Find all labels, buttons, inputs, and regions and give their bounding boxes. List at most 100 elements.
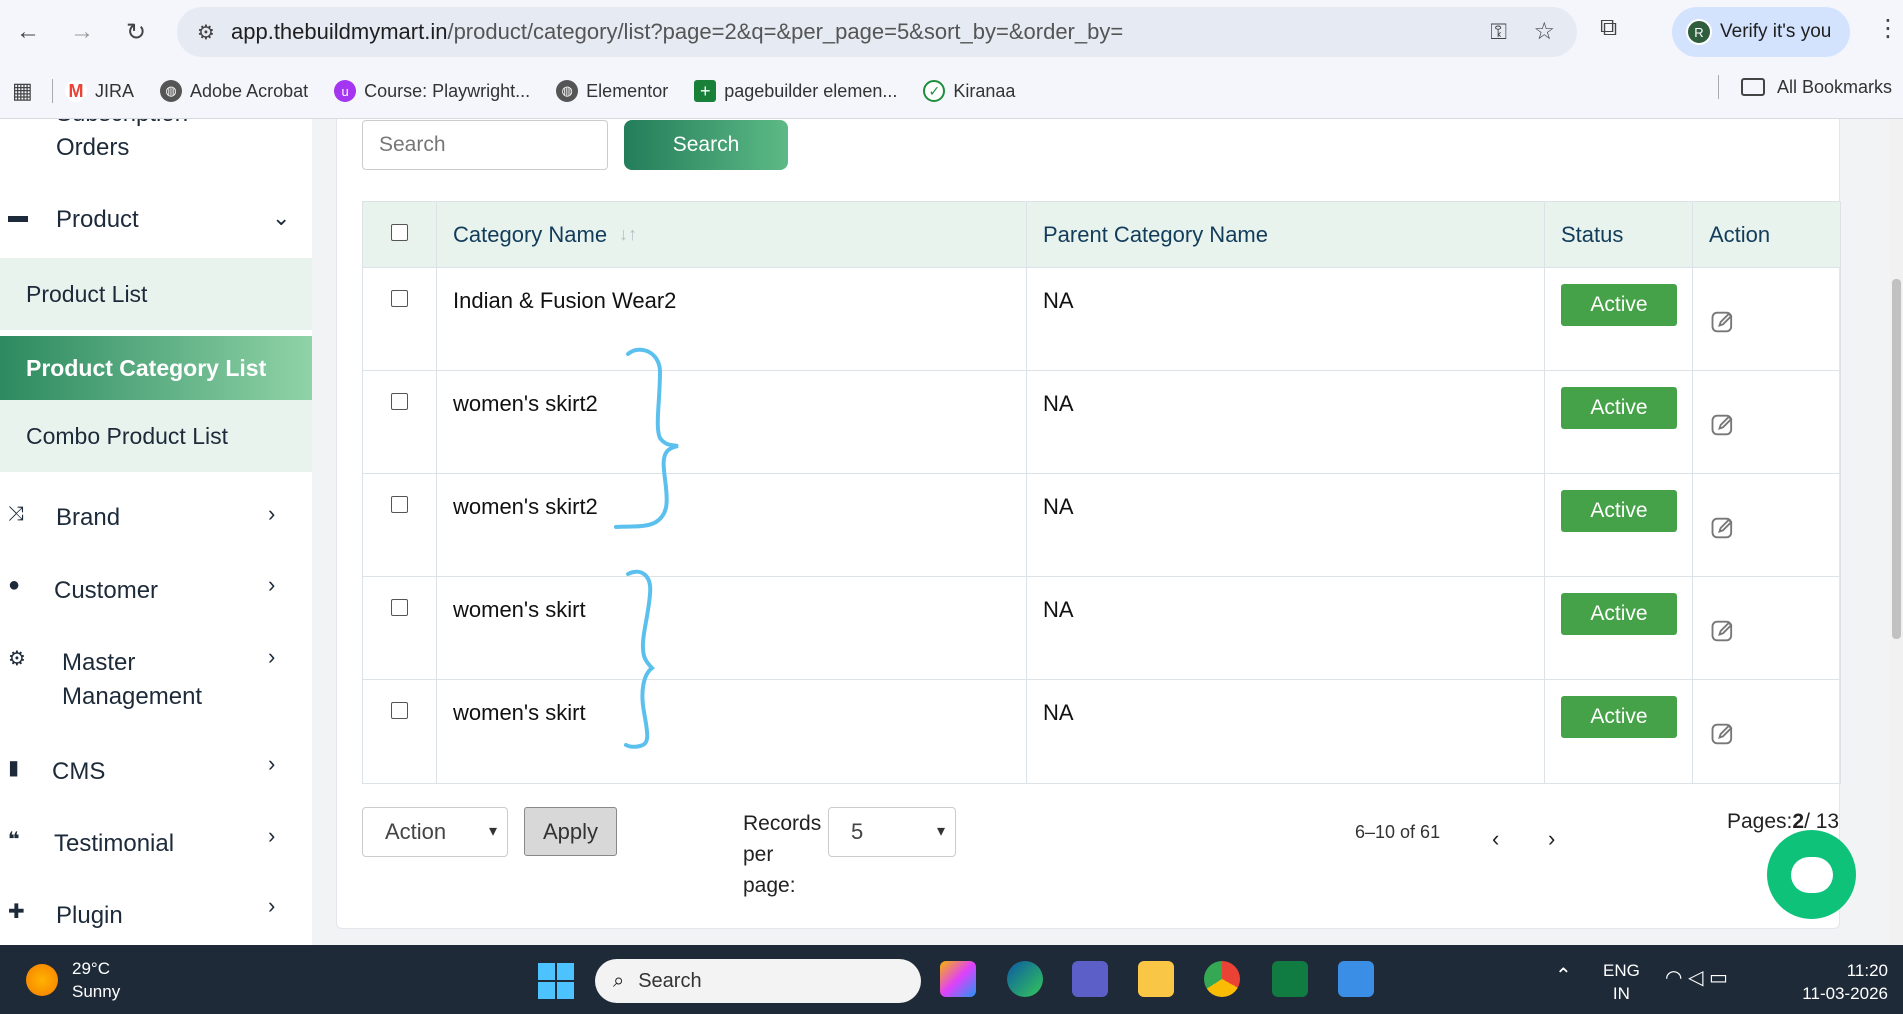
search-input[interactable]: Search xyxy=(362,120,608,170)
verify-profile-button[interactable]: R Verify it's you xyxy=(1672,7,1850,57)
list-icon: – xyxy=(8,119,32,124)
bookmark-star-icon[interactable]: ☆ xyxy=(1533,17,1555,46)
sidebar-item-label: Brand xyxy=(56,504,121,531)
sidebar-item-product[interactable]: ▬ Product ⌄ xyxy=(0,203,312,243)
file-icon: ▮ xyxy=(8,757,20,779)
parent-category-cell: NA xyxy=(1027,268,1545,370)
udemy-icon: u xyxy=(334,80,357,102)
parent-category-cell: NA xyxy=(1027,474,1545,576)
bookmark-jira[interactable]: M JIRA xyxy=(65,80,134,102)
header-category-name[interactable]: Category Name ↓↑ xyxy=(437,202,1027,267)
sidebar-item-label: CMS xyxy=(52,758,106,785)
row-checkbox[interactable] xyxy=(391,393,408,410)
excel-icon[interactable] xyxy=(1272,961,1308,997)
edit-icon[interactable] xyxy=(1709,308,1739,336)
scrollbar-thumb[interactable] xyxy=(1892,279,1901,639)
chevron-right-icon: › xyxy=(268,893,276,918)
search-button[interactable]: Search xyxy=(624,120,788,170)
chevron-right-icon: › xyxy=(268,823,276,848)
bookmark-course[interactable]: u Course: Playwright... xyxy=(334,80,530,102)
globe-icon: ◍ xyxy=(160,80,183,102)
address-bar[interactable]: ⚙ app.thebuildmymart.in/product/category… xyxy=(177,7,1577,57)
avatar: R xyxy=(1686,19,1712,45)
apps-grid-icon[interactable]: ▦ xyxy=(0,78,52,104)
site-settings-icon[interactable]: ⚙ xyxy=(197,20,231,45)
bulk-action-value: Action xyxy=(385,819,447,844)
parent-category-cell: NA xyxy=(1027,577,1545,679)
sidebar-subitem-product-list[interactable]: Product List xyxy=(0,258,312,330)
bookmark-adobe[interactable]: ◍ Adobe Acrobat xyxy=(160,80,308,102)
bookmark-pagebuilder[interactable]: + pagebuilder elemen... xyxy=(694,80,897,102)
bookmark-elementor[interactable]: ◍ Elementor xyxy=(556,80,668,102)
apply-button[interactable]: Apply xyxy=(524,807,617,856)
extensions-icon[interactable]: ⧉ xyxy=(1600,14,1617,42)
edit-icon[interactable] xyxy=(1709,617,1739,645)
quote-icon: ❝ xyxy=(8,829,20,851)
notepad-icon[interactable] xyxy=(1338,961,1374,997)
header-label: Category Name xyxy=(453,221,608,247)
clock[interactable]: 11:20 11-03-2026 xyxy=(1790,959,1888,1005)
status-badge[interactable]: Active xyxy=(1561,387,1677,429)
browser-toolbar: ← → ↻ ⚙ app.thebuildmymart.in/product/ca… xyxy=(0,0,1903,64)
chevron-up-icon[interactable]: ⌃ xyxy=(1555,963,1572,988)
row-checkbox[interactable] xyxy=(391,702,408,719)
taskbar-search[interactable]: ⌕ Search xyxy=(595,959,921,1003)
all-bookmarks[interactable]: All Bookmarks xyxy=(1718,75,1892,99)
records-label-line: per xyxy=(743,843,774,866)
bookmark-kiranaa[interactable]: ✓ Kiranaa xyxy=(923,80,1015,102)
sidebar-subitem-product-category-list[interactable]: Product Category List xyxy=(0,336,312,400)
select-all-checkbox[interactable] xyxy=(391,224,408,241)
sidebar-subitem-combo-product-list[interactable]: Combo Product List xyxy=(0,400,312,472)
per-page-value: 5 xyxy=(851,819,864,844)
parent-category-cell: NA xyxy=(1027,680,1545,783)
category-name-cell: women's skirt xyxy=(437,680,1027,783)
page-scrollbar[interactable] xyxy=(1890,119,1903,945)
records-label-line: Records xyxy=(743,812,822,835)
status-badge[interactable]: Active xyxy=(1561,284,1677,326)
status-badge[interactable]: Active xyxy=(1561,490,1677,532)
sort-icon[interactable]: ↓↑ xyxy=(619,224,637,245)
chevron-right-icon: › xyxy=(268,501,276,526)
key-icon[interactable]: ⚿ xyxy=(1490,19,1507,45)
sidebar-item-brand[interactable]: ⤨ Brand › xyxy=(0,501,312,541)
sidebar-item-label: Subscription xyxy=(56,119,188,131)
header-select-cell xyxy=(363,202,437,267)
file-explorer-icon[interactable] xyxy=(1138,961,1174,997)
teams-icon[interactable] xyxy=(1072,961,1108,997)
header-status: Status xyxy=(1545,202,1693,267)
system-tray-icons[interactable]: ◠ ◁ ▭ xyxy=(1665,965,1728,990)
status-badge[interactable]: Active xyxy=(1561,593,1677,635)
sidebar-item-testimonial[interactable]: ❝ Testimonial › xyxy=(0,823,312,867)
next-page-icon[interactable]: › xyxy=(1548,826,1555,852)
sidebar-item-cms[interactable]: ▮ CMS › xyxy=(0,751,312,795)
back-arrow-icon[interactable]: ← xyxy=(8,12,48,52)
all-bookmarks-label: All Bookmarks xyxy=(1777,76,1893,97)
row-checkbox[interactable] xyxy=(391,599,408,616)
language-indicator[interactable]: ENG IN xyxy=(1603,959,1640,1005)
copilot-icon[interactable] xyxy=(940,961,976,997)
edit-icon[interactable] xyxy=(1709,720,1739,748)
row-checkbox[interactable] xyxy=(391,290,408,307)
windows-start-icon[interactable] xyxy=(538,963,574,999)
reload-icon[interactable]: ↻ xyxy=(116,12,156,52)
bulk-action-select[interactable]: Action ▾ xyxy=(362,807,508,857)
edge-icon[interactable] xyxy=(1007,961,1043,997)
table-row: women's skirt2 NA Active xyxy=(363,474,1840,577)
kebab-menu-icon[interactable]: ⋮ xyxy=(1876,14,1900,43)
sidebar-item-customer[interactable]: ● Customer › xyxy=(0,572,312,614)
sheets-icon: + xyxy=(694,80,717,102)
per-page-select[interactable]: 5 ▾ xyxy=(828,807,956,857)
bookmark-label: pagebuilder elemen... xyxy=(724,80,898,101)
chrome-icon[interactable] xyxy=(1204,961,1240,997)
chat-widget-button[interactable] xyxy=(1767,830,1856,919)
edit-icon[interactable] xyxy=(1709,411,1739,439)
status-badge[interactable]: Active xyxy=(1561,696,1677,738)
weather-temp: 29°C xyxy=(72,959,110,978)
weather-widget[interactable]: 29°C Sunny xyxy=(26,957,120,1003)
forward-arrow-icon[interactable]: → xyxy=(62,12,102,52)
sidebar-item-master-management[interactable]: ⚙ Master Management › xyxy=(0,644,312,716)
prev-page-icon[interactable]: ‹ xyxy=(1492,826,1499,852)
row-checkbox[interactable] xyxy=(391,496,408,513)
edit-icon[interactable] xyxy=(1709,514,1739,542)
sidebar-item-plugin[interactable]: ✚ Plugin › xyxy=(0,893,312,939)
